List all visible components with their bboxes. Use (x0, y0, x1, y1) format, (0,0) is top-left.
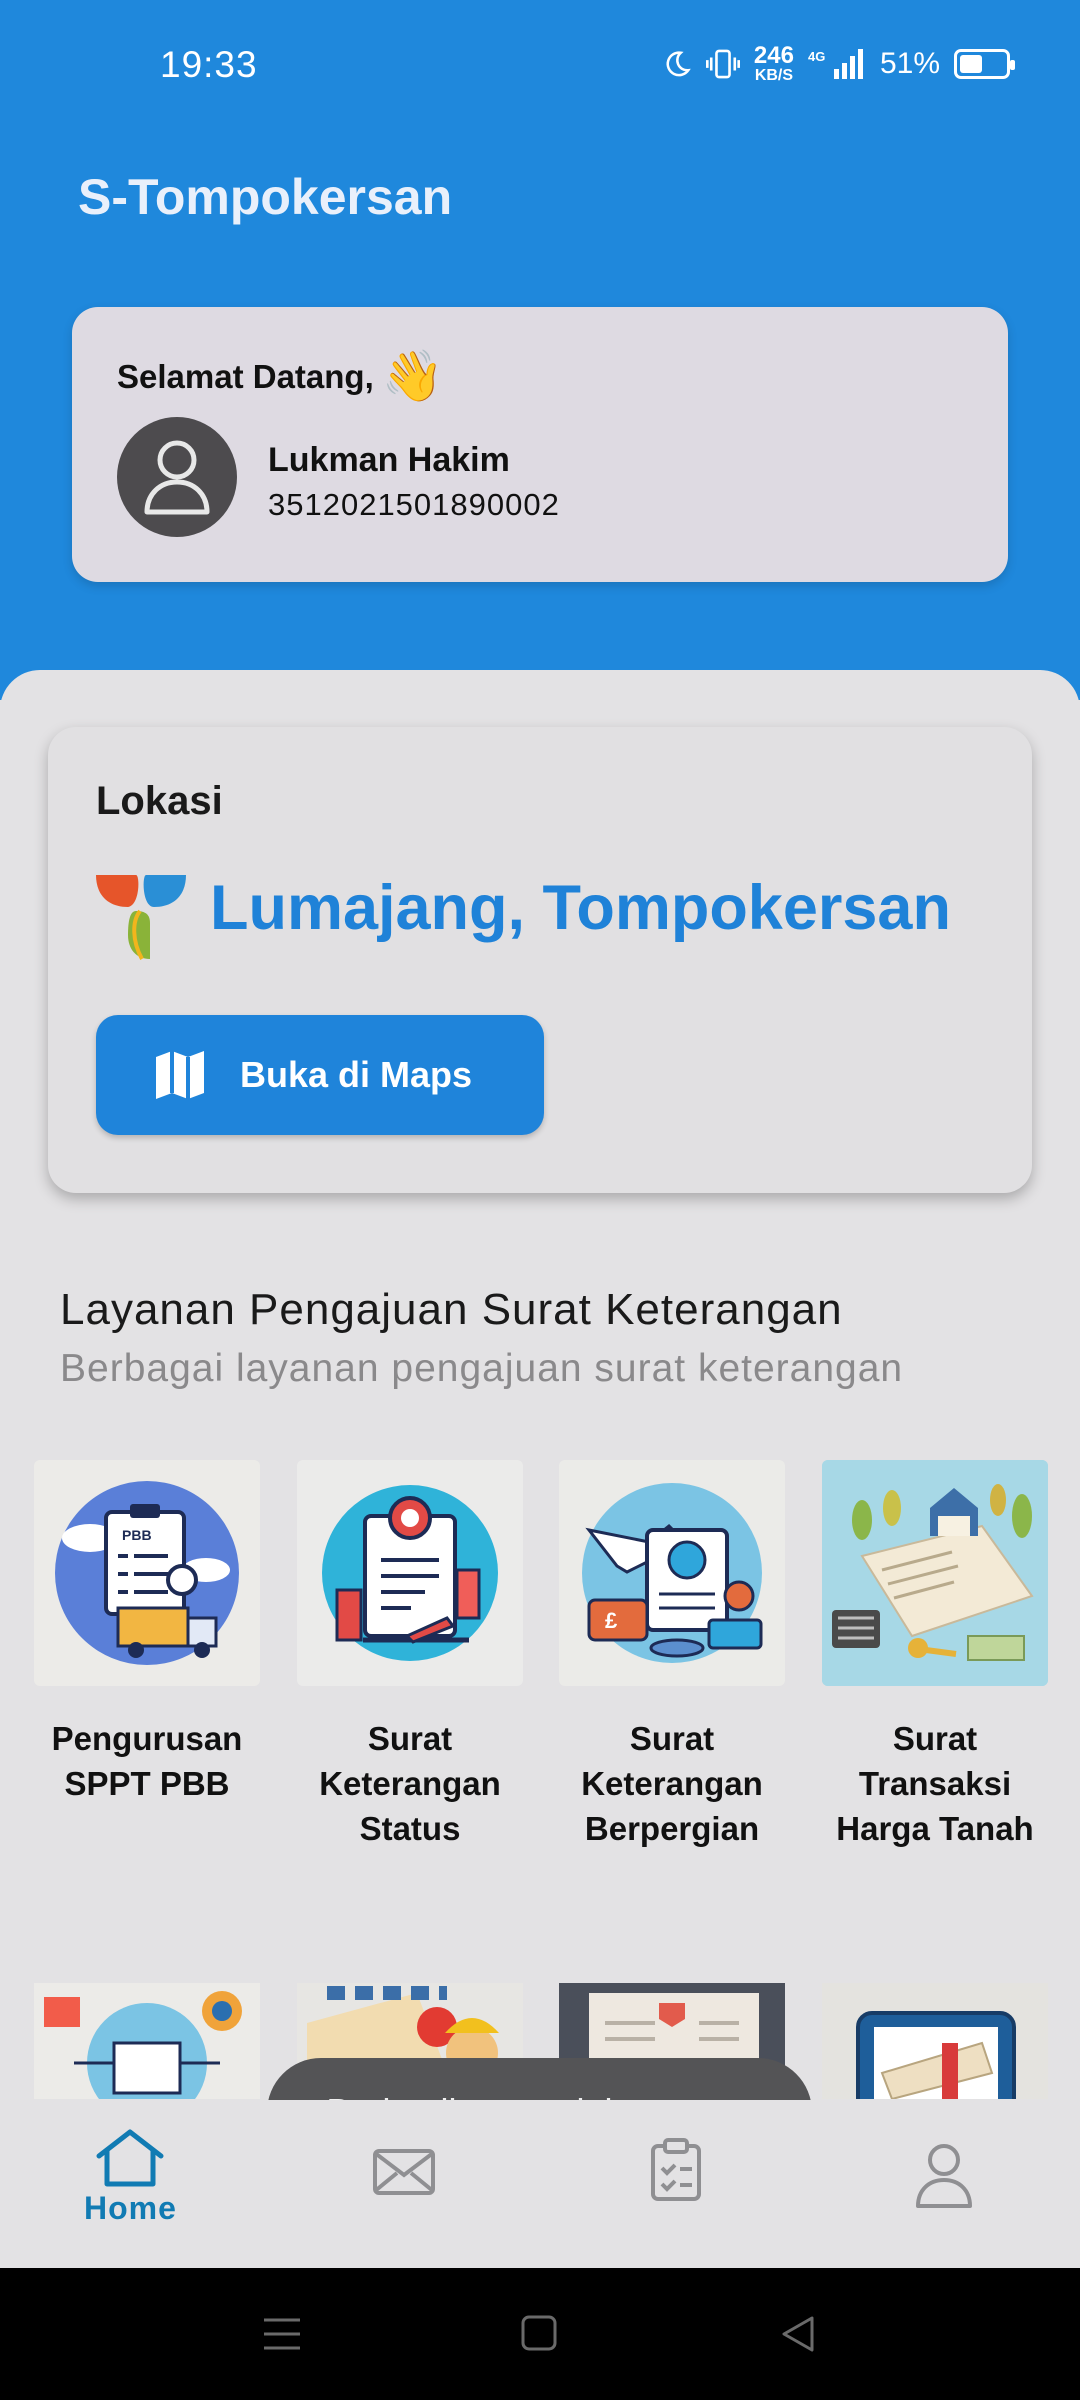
diploma-scroll-icon (856, 2011, 1016, 2099)
app-title: S-Tompokersan (78, 169, 453, 225)
home-icon (96, 2129, 164, 2187)
service-surat-transaksi-harga-tanah[interactable]: Surat Transaksi Harga Tanah (822, 1460, 1048, 1851)
service-surat-keterangan-berpergian[interactable]: £ Surat Keterangan Berpergian (559, 1460, 785, 1851)
service-tile-certificate-network[interactable] (34, 1983, 260, 2099)
greeting: Selamat Datang, 👋 (117, 347, 444, 406)
services-subtitle: Berbagai layanan pengajuan surat keteran… (60, 1347, 904, 1390)
service-label: Surat Transaksi Harga Tanah (836, 1720, 1034, 1847)
do-not-disturb-moon-icon (666, 51, 691, 77)
services-title: Layanan Pengajuan Surat Keterangan (60, 1285, 843, 1334)
certificate-network-icon (44, 1991, 242, 2099)
network-speed: 246 KB/S (753, 42, 794, 84)
svg-text:£: £ (605, 1608, 618, 1633)
service-label: Pengurusan SPPT PBB (51, 1720, 243, 1802)
nav-tasks[interactable] (650, 2138, 702, 2202)
certificate-badge-icon (297, 1460, 523, 1686)
open-maps-button[interactable]: Buka di Maps (96, 1015, 544, 1135)
battery-percent: 51% (879, 47, 940, 80)
home-button-icon[interactable] (520, 2314, 558, 2352)
svg-text:4G: 4G (808, 49, 825, 64)
village-logo-icon (96, 875, 186, 960)
location-card: Lokasi Lumajang, Tompokersan Buka di Map… (48, 727, 1032, 1193)
bottom-navigation: Home (0, 2100, 1080, 2268)
service-label: Surat Keterangan Berpergian (581, 1720, 763, 1847)
user-name: Lukman Hakim (268, 441, 510, 479)
vibrate-icon (705, 49, 740, 79)
menu-icon[interactable] (262, 2316, 302, 2352)
user-icon (144, 440, 210, 515)
status-time: 19:33 (160, 44, 258, 85)
nav-profile[interactable] (914, 2142, 974, 2210)
profile-icon (916, 2144, 972, 2208)
avatar[interactable] (117, 417, 237, 537)
welcome-card: Selamat Datang, 👋 Lukman Hakim 351202150… (72, 307, 1008, 582)
user-nik: 3512021501890002 (268, 487, 560, 522)
nav-messages[interactable] (372, 2148, 436, 2196)
service-sppt-pbb[interactable]: PBB Pengurusan SPPT PBB (34, 1460, 260, 1806)
location-label: Lokasi (96, 779, 223, 823)
travel-passport-plane-icon: £ (559, 1460, 785, 1686)
open-maps-label: Buka di Maps (240, 1054, 473, 1095)
service-surat-keterangan-status[interactable]: Surat Keterangan Status (297, 1460, 523, 1851)
service-label: Surat Keterangan Status (319, 1720, 501, 1847)
battery-icon (954, 49, 1015, 79)
waving-hand-icon: 👋 (381, 348, 445, 404)
greeting-text: Selamat Datang, (117, 357, 374, 395)
nav-home-label: Home (84, 2190, 177, 2226)
status-icons: 246 KB/S 4G 51% (662, 42, 1015, 84)
svg-text:PBB: PBB (122, 1527, 152, 1543)
map-icon (156, 1051, 204, 1099)
system-navigation-bar (0, 2268, 1080, 2400)
service-tile-diploma-scroll[interactable] (822, 1983, 1048, 2099)
back-icon[interactable] (778, 2314, 818, 2354)
signal-4g-icon: 4G (808, 49, 863, 79)
land-deed-house-icon (822, 1460, 1048, 1686)
location-name: Lumajang, Tompokersan (210, 873, 951, 943)
pbb-document-truck-icon: PBB (34, 1460, 260, 1686)
status-bar: 19:33 246 KB/S 4G 51% (0, 0, 1080, 140)
nav-home[interactable]: Home (84, 2128, 177, 2227)
clipboard-icon (651, 2138, 701, 2201)
mail-icon (373, 2149, 435, 2195)
